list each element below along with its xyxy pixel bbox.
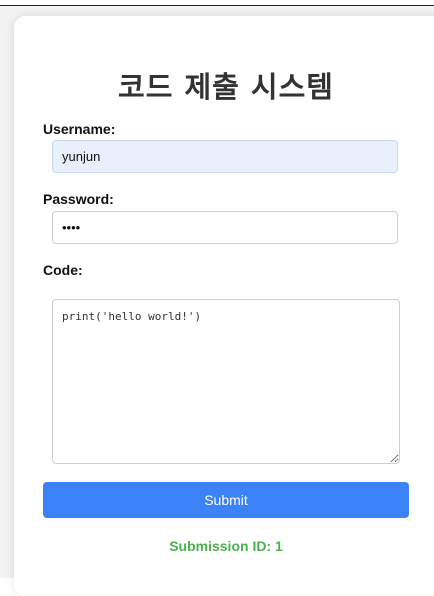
password-input[interactable] (52, 211, 398, 244)
submit-button[interactable]: Submit (43, 482, 409, 518)
page-title: 코드 제출 시스템 (118, 70, 334, 104)
code-label: Code: (43, 262, 83, 278)
username-input[interactable] (52, 140, 398, 173)
username-label: Username: (43, 121, 116, 137)
password-label: Password: (43, 191, 114, 207)
submission-result: Submission ID: 1 (169, 538, 283, 554)
code-textarea[interactable]: print('hello world!') (52, 299, 400, 464)
